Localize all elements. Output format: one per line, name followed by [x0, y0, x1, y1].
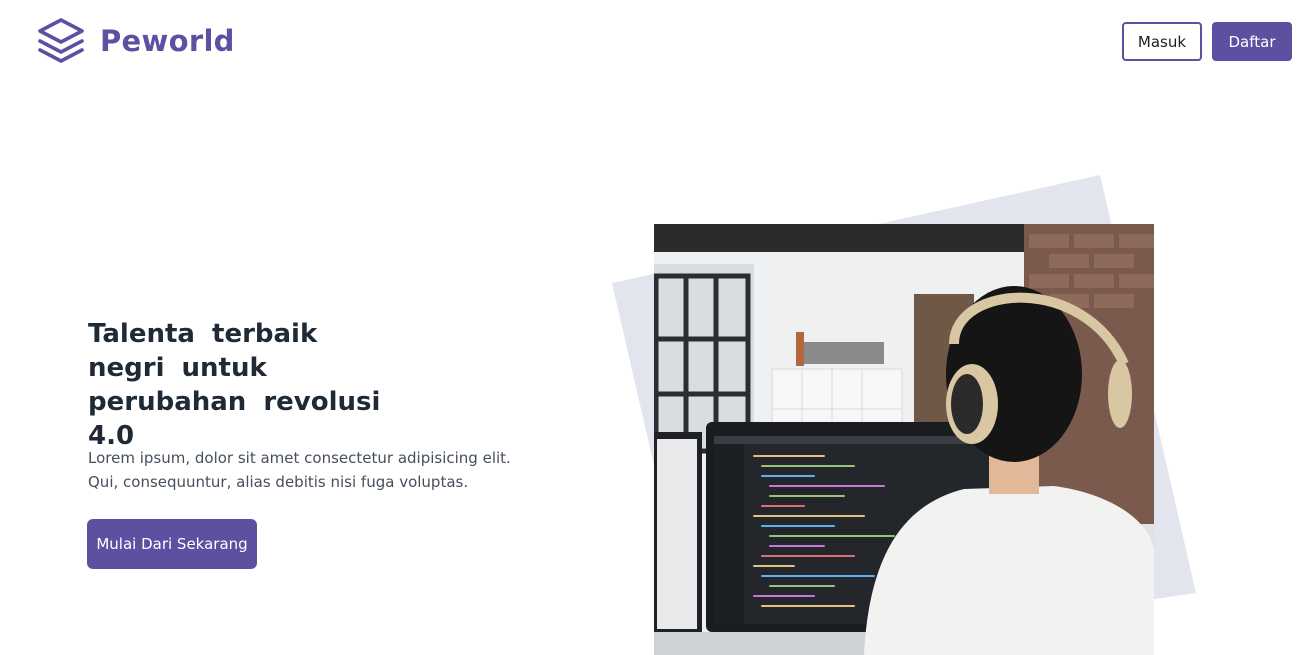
- brand-logo[interactable]: Peworld: [37, 17, 235, 65]
- brand-name: Peworld: [100, 24, 235, 58]
- hero-title: Talenta terbaik negri untuk perubahan re…: [88, 319, 381, 451]
- login-button[interactable]: Masuk: [1122, 22, 1202, 61]
- stacked-layers-icon: [37, 17, 85, 65]
- get-started-button[interactable]: Mulai Dari Sekarang: [87, 519, 257, 569]
- landing-page: Peworld Masuk Daftar Talenta terbaik neg…: [0, 0, 1304, 655]
- register-button[interactable]: Daftar: [1212, 22, 1292, 61]
- hero-description: Lorem ipsum, dolor sit amet consectetur …: [88, 449, 511, 491]
- hero-photo-developer-at-computer: [654, 224, 1154, 655]
